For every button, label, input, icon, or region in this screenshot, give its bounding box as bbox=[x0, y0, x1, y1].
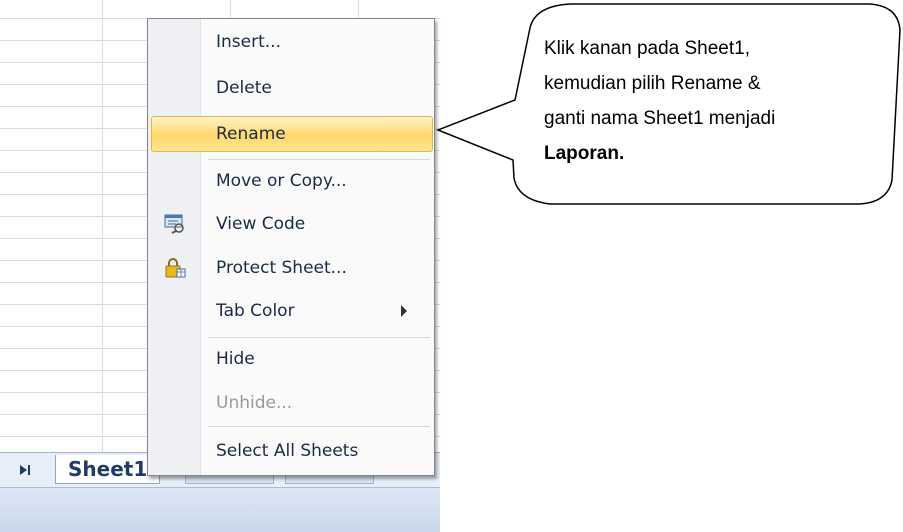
menu-item-label: Move or Copy... bbox=[216, 171, 347, 191]
menu-item-move-or-copy[interactable]: Move or Copy... bbox=[151, 163, 431, 199]
menu-item-select-all-sheets[interactable]: Select All Sheets bbox=[151, 433, 431, 469]
menu-item-view-code[interactable]: View Code bbox=[151, 206, 431, 242]
sheet-tab-sheet1[interactable]: Sheet1 bbox=[55, 455, 161, 484]
menu-separator bbox=[208, 426, 430, 427]
callout-line: kemudian pilih Rename & bbox=[544, 73, 761, 94]
menu-item-label: Rename bbox=[216, 124, 286, 144]
menu-item-insert[interactable]: Insert... bbox=[151, 24, 431, 60]
sheet-context-menu: Insert... Delete Rename Move or Copy... … bbox=[147, 18, 435, 476]
menu-separator bbox=[208, 159, 430, 160]
menu-item-label: Insert... bbox=[216, 32, 281, 52]
menu-item-label: Tab Color bbox=[216, 301, 295, 321]
callout-text: Klik kanan pada Sheet1, kemudian pilih R… bbox=[544, 31, 874, 171]
last-sheet-nav-button[interactable] bbox=[10, 459, 40, 481]
callout-line-emphasis: Laporan. bbox=[544, 143, 625, 164]
menu-item-label: Delete bbox=[216, 78, 272, 98]
menu-item-delete[interactable]: Delete bbox=[151, 70, 431, 106]
menu-item-label: View Code bbox=[216, 214, 306, 234]
menu-item-label: Protect Sheet... bbox=[216, 258, 347, 278]
view-code-icon bbox=[164, 214, 184, 234]
callout-line: Klik kanan pada Sheet1, bbox=[544, 38, 750, 59]
menu-separator bbox=[208, 337, 430, 338]
column-divider bbox=[102, 0, 103, 452]
menu-item-label: Unhide... bbox=[216, 393, 293, 413]
submenu-arrow-icon bbox=[401, 305, 407, 317]
lock-icon bbox=[165, 258, 186, 278]
callout-line: ganti nama Sheet1 menjadi bbox=[544, 108, 776, 129]
menu-item-rename[interactable]: Rename bbox=[151, 116, 433, 152]
menu-item-unhide[interactable]: Unhide... bbox=[151, 385, 431, 421]
last-sheet-icon bbox=[20, 465, 30, 475]
status-bar bbox=[0, 487, 440, 532]
menu-item-tab-color[interactable]: Tab Color bbox=[151, 293, 431, 329]
menu-item-hide[interactable]: Hide bbox=[151, 341, 431, 377]
menu-item-label: Select All Sheets bbox=[216, 441, 359, 461]
menu-item-label: Hide bbox=[216, 349, 255, 369]
menu-item-protect-sheet[interactable]: Protect Sheet... bbox=[151, 250, 431, 286]
